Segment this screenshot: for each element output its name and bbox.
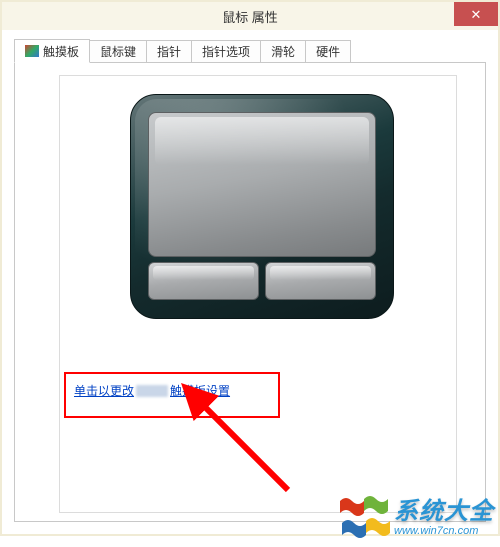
tab-pointer[interactable]: 指针 (146, 40, 192, 62)
close-button[interactable]: ✕ (454, 2, 498, 26)
tab-pointer-options[interactable]: 指针选项 (191, 40, 261, 62)
tabstrip: 触摸板 鼠标键 指针 指针选项 滑轮 硬件 (2, 30, 498, 62)
watermark-sub-text: www.win7cn.com (394, 526, 478, 537)
mouse-properties-window: 鼠标 属性 ✕ 触摸板 鼠标键 指针 指针选项 滑轮 硬件 (0, 0, 500, 536)
tab-label: 指针 (157, 43, 181, 60)
touchpad-left-button (148, 262, 259, 300)
touchpad-illustration (130, 94, 394, 319)
blurred-segment (136, 385, 168, 397)
tab-buttons[interactable]: 鼠标键 (89, 40, 147, 62)
touchpad-right-button (265, 262, 376, 300)
tab-label: 鼠标键 (100, 43, 136, 60)
tab-label: 硬件 (316, 43, 340, 60)
tab-hardware[interactable]: 硬件 (305, 40, 351, 62)
tab-content: 单击以更改 触摸板设置 (14, 62, 486, 522)
titlebar: 鼠标 属性 ✕ (2, 2, 498, 30)
window-title: 鼠标 属性 (222, 7, 278, 26)
watermark-main-text: 系统大全 (394, 500, 494, 524)
change-settings-link-part2[interactable]: 触摸板设置 (170, 384, 230, 398)
tab-wheel[interactable]: 滑轮 (260, 40, 306, 62)
tab-label: 触摸板 (43, 43, 79, 60)
change-settings-link-part1[interactable]: 单击以更改 (74, 384, 134, 398)
close-icon: ✕ (471, 8, 482, 21)
watermark-logo-icon (340, 495, 388, 541)
tab-label: 指针选项 (202, 43, 250, 60)
touchpad-surface (148, 112, 376, 257)
touchpad-frame: 单击以更改 触摸板设置 (59, 75, 457, 513)
tab-label: 滑轮 (271, 43, 295, 60)
tab-touchpad[interactable]: 触摸板 (14, 39, 90, 63)
watermark-text: 系统大全 www.win7cn.com (394, 500, 494, 537)
watermark: 系统大全 www.win7cn.com (340, 495, 494, 541)
touchpad-tab-icon (25, 45, 39, 57)
settings-link-row: 单击以更改 触摸板设置 (74, 382, 230, 399)
